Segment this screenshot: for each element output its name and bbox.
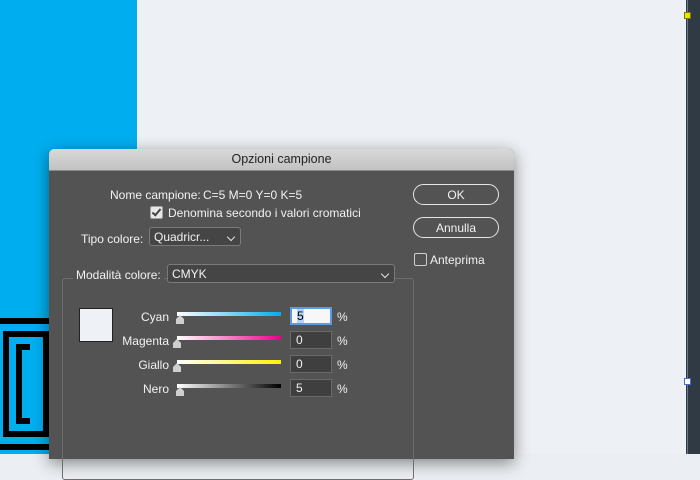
canvas-pasteboard-edge <box>686 0 700 454</box>
color-mode-value: CMYK <box>172 267 207 281</box>
color-type-label: Tipo colore: <box>81 232 144 246</box>
color-mode-label: Modalità colore: <box>73 268 164 282</box>
preview-checkbox[interactable] <box>414 253 427 266</box>
yellow-slider-thumb[interactable] <box>173 363 181 372</box>
black-percent-sign: % <box>337 382 348 396</box>
cyan-slider-thumb[interactable] <box>176 315 184 324</box>
magenta-percent-sign: % <box>337 334 348 348</box>
cancel-button[interactable]: Annulla <box>413 217 499 238</box>
name-by-value-checkbox[interactable] <box>150 206 163 219</box>
color-type-value: Quadricr... <box>154 230 210 244</box>
preview-label: Anteprima <box>430 253 485 267</box>
chevron-down-icon <box>380 269 390 279</box>
name-by-value-label: Denomina secondo i valori cromatici <box>168 206 361 220</box>
black-slider-track[interactable] <box>177 384 281 388</box>
cyan-slider-track[interactable] <box>177 312 281 316</box>
yellow-value-input[interactable]: 0 <box>290 355 332 373</box>
ok-button[interactable]: OK <box>413 184 499 205</box>
cyan-label: Cyan <box>140 310 169 324</box>
frame-handle-top[interactable] <box>684 12 691 19</box>
cyan-value-input[interactable]: 5 <box>290 307 332 325</box>
magenta-value-input[interactable]: 0 <box>290 331 332 349</box>
magenta-slider-thumb[interactable] <box>173 339 181 348</box>
magenta-label: Magenta <box>122 334 169 348</box>
color-type-dropdown[interactable]: Quadricr... <box>149 227 241 246</box>
frame-handle-middle[interactable] <box>684 378 691 385</box>
black-label: Nero <box>142 382 169 396</box>
yellow-percent-sign: % <box>337 358 348 372</box>
chevron-down-icon <box>226 232 236 242</box>
magenta-slider-track[interactable] <box>177 336 281 340</box>
swatch-name-label: Nome campione: <box>110 188 201 202</box>
swatch-options-dialog: Opzioni campione Nome campione: C=5 M=0 … <box>49 149 514 480</box>
black-value-input[interactable]: 5 <box>290 379 332 397</box>
yellow-slider-track[interactable] <box>177 360 281 364</box>
dialog-title: Opzioni campione <box>49 149 514 171</box>
swatch-name-value: C=5 M=0 Y=0 K=5 <box>203 188 303 202</box>
color-mode-group <box>62 278 414 480</box>
cyan-percent-sign: % <box>337 310 348 324</box>
selection-frame-edge <box>687 0 688 454</box>
color-mode-dropdown[interactable]: CMYK <box>167 264 395 283</box>
yellow-label: Giallo <box>138 358 169 372</box>
black-slider-thumb[interactable] <box>176 387 184 396</box>
